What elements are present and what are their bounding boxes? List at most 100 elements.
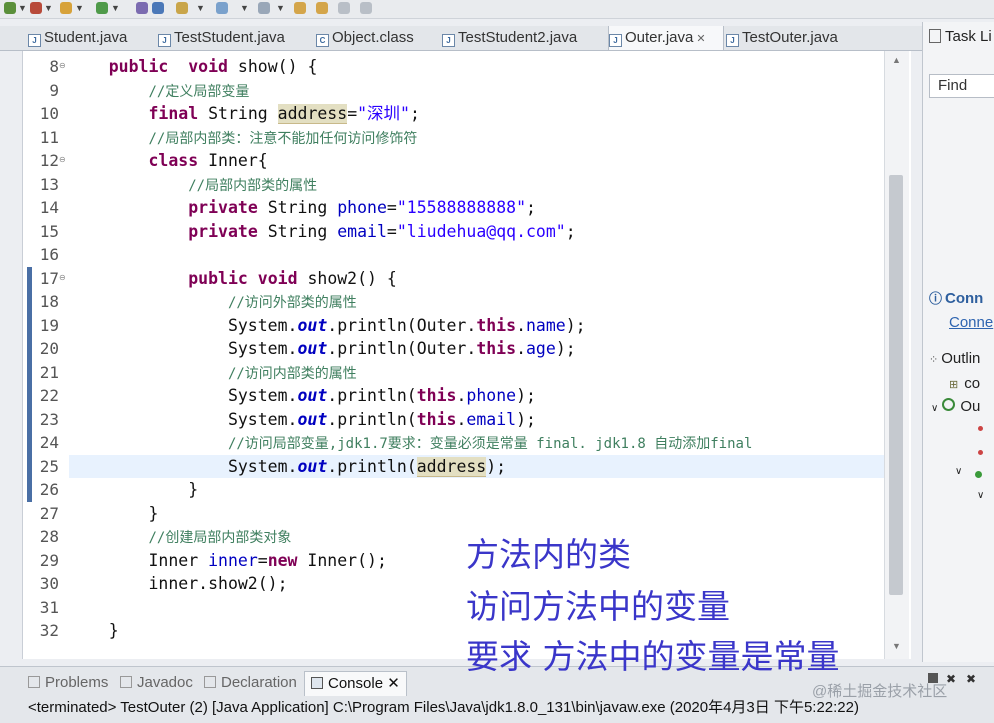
chevron-down-icon[interactable]: ▼: [18, 3, 27, 13]
console-remove-all-icon[interactable]: ✖: [966, 672, 976, 686]
find-input[interactable]: Find: [929, 74, 994, 98]
tab-declaration[interactable]: Declaration: [204, 671, 297, 695]
toolbar-open-icon[interactable]: [96, 2, 108, 14]
code-token: name: [526, 315, 566, 335]
code-line[interactable]: //局部内部类：注意不能加任何访问修饰符: [69, 126, 417, 150]
tab-student-java[interactable]: J Student.java: [28, 26, 127, 50]
console-status: <terminated> TestOuter (2) [Java Applica…: [28, 699, 859, 716]
toolbar-annotation-icon[interactable]: [216, 2, 228, 14]
line-number: 17: [39, 268, 59, 288]
chevron-down-icon[interactable]: ▼: [240, 3, 249, 13]
connect-link[interactable]: Conne: [949, 314, 993, 331]
outline-item-imports[interactable]: ⊞ co: [949, 375, 980, 392]
toolbar-build-icon[interactable]: [136, 2, 148, 14]
editor-vertical-scrollbar[interactable]: ▲ ▼: [884, 51, 909, 659]
connect-title[interactable]: ⓘ Conn: [929, 288, 983, 307]
tab-testouter-java[interactable]: J TestOuter.java: [726, 26, 838, 50]
toolbar-pen-icon[interactable]: [176, 2, 188, 14]
chevron-down-icon[interactable]: ▼: [111, 3, 120, 13]
tab-outer-java[interactable]: J Outer.java ✕: [608, 26, 724, 50]
expand-chevron-icon[interactable]: ∨: [931, 403, 938, 414]
code-line[interactable]: //访问局部变量,jdk1.7要求：变量必须是常量 final. jdk1.8 …: [69, 431, 752, 455]
declaration-icon: [204, 676, 216, 688]
code-line[interactable]: inner.show2();: [69, 572, 287, 596]
code-token: }: [69, 503, 159, 523]
line-number: 25: [39, 456, 59, 476]
find-placeholder: Find: [938, 77, 968, 94]
forward-arrow-icon[interactable]: [316, 2, 328, 14]
code-line[interactable]: }: [69, 478, 198, 502]
code-line[interactable]: private String email="liudehua@qq.com";: [69, 220, 575, 244]
scrollbar-thumb[interactable]: [889, 175, 903, 595]
code-line[interactable]: public void show2() {: [69, 267, 397, 291]
toolbar-new-icon[interactable]: [60, 2, 72, 14]
main-toolbar: ▼ ▼ ▼ ▼ ▼ ▼ ▼: [0, 0, 994, 19]
subtitle-line-2: 访问方法中的变量: [466, 587, 730, 626]
console-remove-icon[interactable]: ✖: [946, 672, 956, 686]
task-list-title[interactable]: Task Li: [929, 28, 992, 45]
code-line[interactable]: System.out.println(this.email);: [69, 408, 536, 432]
toolbar-run-icon[interactable]: [4, 2, 16, 14]
code-line[interactable]: private String phone="15588888888";: [69, 196, 536, 220]
code-line[interactable]: final String address="深圳";: [69, 102, 420, 126]
expand-chevron-icon[interactable]: ∨: [977, 490, 984, 501]
chevron-down-icon[interactable]: ▼: [196, 3, 205, 13]
toolbar-debug-icon[interactable]: [30, 2, 42, 14]
code-line[interactable]: System.out.println(Outer.this.age);: [69, 337, 576, 361]
chevron-down-icon[interactable]: ▼: [75, 3, 84, 13]
outline-item-outer[interactable]: ∨ Ou: [931, 398, 980, 415]
code-line[interactable]: //定义局部变量: [69, 79, 249, 103]
tab-console[interactable]: Console ✕: [304, 671, 407, 696]
code-token: .: [456, 409, 467, 429]
scroll-up-icon[interactable]: ▲: [892, 55, 901, 65]
scroll-down-icon[interactable]: ▼: [892, 641, 901, 651]
tab-teststudent2-java[interactable]: J TestStudent2.java: [442, 26, 577, 50]
back-arrow-icon[interactable]: [294, 2, 306, 14]
tab-problems[interactable]: Problems: [28, 671, 108, 695]
code-line[interactable]: Inner inner=new Inner();: [69, 549, 386, 573]
code-token: address: [416, 456, 487, 477]
tab-label: Outer.java: [625, 29, 694, 46]
fold-toggle-icon[interactable]: ⊖: [59, 155, 66, 164]
outline-method-icon[interactable]: [975, 471, 982, 478]
line-number: 16: [39, 245, 59, 264]
forward-history-icon[interactable]: [360, 2, 372, 14]
close-icon[interactable]: ✕: [696, 33, 705, 45]
code-line[interactable]: //局部内部类的属性: [69, 173, 317, 197]
code-line[interactable]: //访问内部类的属性: [69, 361, 357, 385]
toolbar-nav-icon[interactable]: [258, 2, 270, 14]
tab-teststudent-java[interactable]: J TestStudent.java: [158, 26, 285, 50]
code-token: .println(: [327, 386, 417, 405]
outline-title[interactable]: ⁘ Outlin: [929, 350, 980, 367]
back-history-icon[interactable]: [338, 2, 350, 14]
fold-toggle-icon[interactable]: ⊖: [59, 61, 66, 70]
code-line[interactable]: }: [69, 619, 119, 643]
code-line[interactable]: }: [69, 502, 158, 526]
outline-field-icon[interactable]: [978, 450, 983, 455]
code-line[interactable]: public void show() {: [69, 55, 318, 79]
java-file-icon: J: [609, 34, 622, 47]
chevron-down-icon[interactable]: ▼: [276, 3, 285, 13]
tab-label: TestOuter.java: [742, 29, 838, 46]
code-line[interactable]: System.out.println(Outer.this.name);: [69, 314, 586, 338]
expand-chevron-icon[interactable]: ∨: [955, 466, 962, 477]
java-file-icon: J: [28, 34, 41, 47]
code-line[interactable]: //访问外部类的属性: [69, 290, 357, 314]
toolbar-search-icon[interactable]: [152, 2, 164, 14]
tab-object-class[interactable]: C Object.class: [316, 26, 414, 50]
code-line[interactable]: System.out.println(address);: [69, 455, 506, 479]
chevron-down-icon[interactable]: ▼: [44, 3, 53, 13]
line-number: 14: [39, 198, 59, 217]
code-token: this: [416, 409, 457, 429]
fold-toggle-icon[interactable]: ⊖: [59, 273, 66, 282]
tab-javadoc[interactable]: Javadoc: [120, 671, 193, 695]
code-line[interactable]: System.out.println(this.phone);: [69, 384, 536, 408]
outline-field-icon[interactable]: [978, 426, 983, 431]
code-line[interactable]: class Inner{: [69, 149, 267, 173]
code-line[interactable]: //创建局部内部类对象: [69, 525, 291, 549]
code-token: this: [476, 315, 517, 335]
